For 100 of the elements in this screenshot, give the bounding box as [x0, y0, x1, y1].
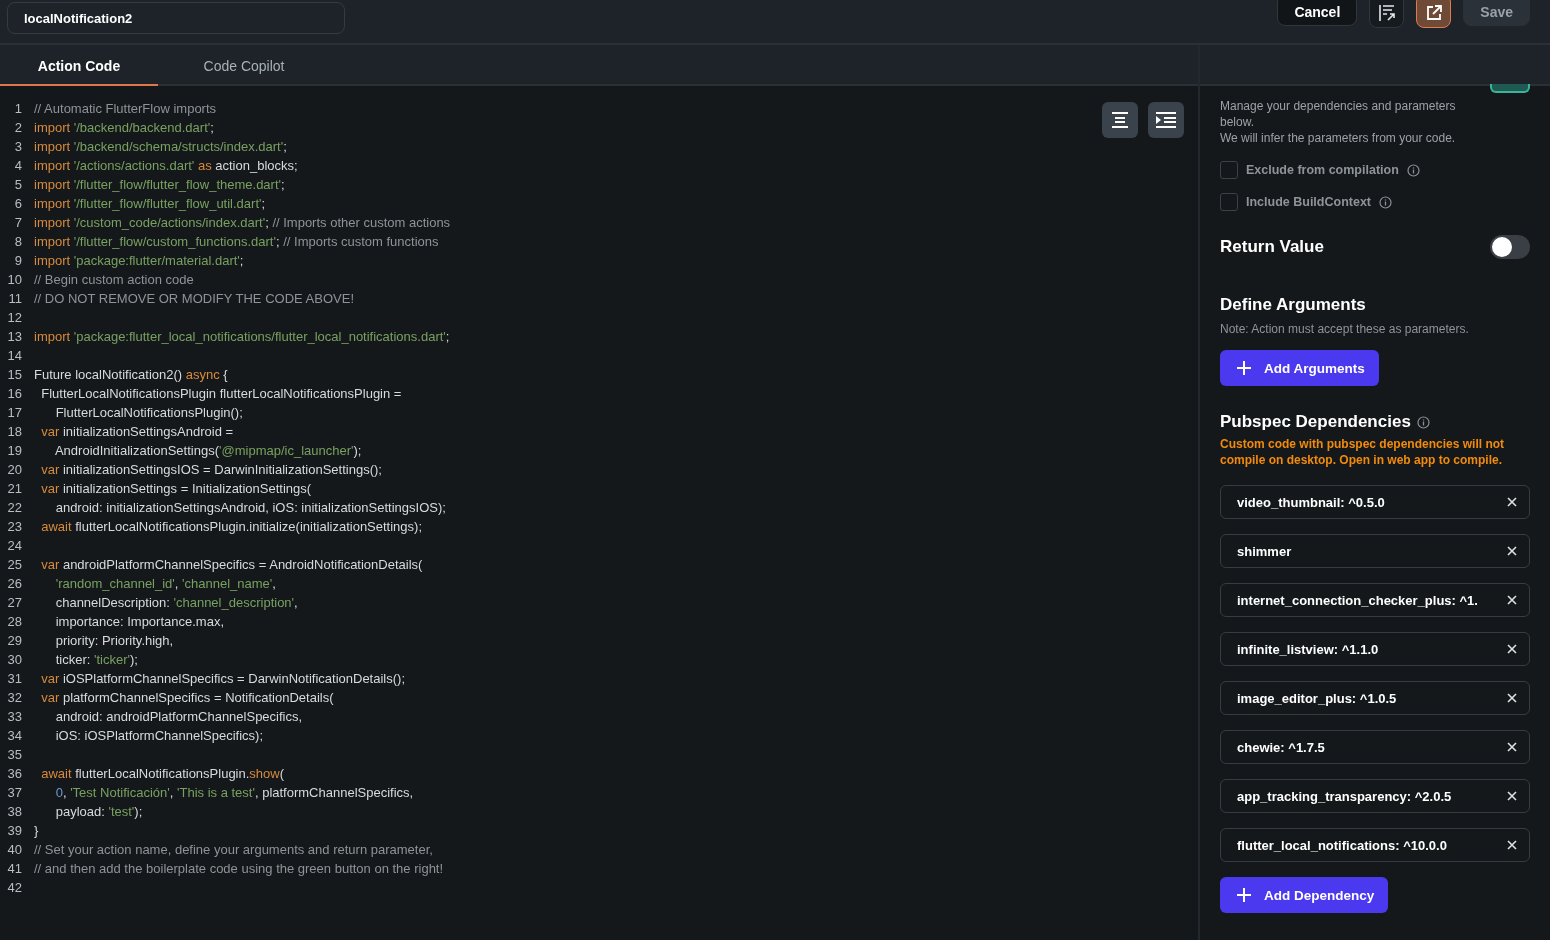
code-line: await flutterLocalNotificationsPlugin.initialize(initializationSettings); — [40, 519, 423, 534]
dependency-name: flutter_local_notifications: ^10.0.0 — [1237, 837, 1447, 853]
plus-icon — [1236, 360, 1252, 376]
code-line: ticker: 'ticker'); — [54, 652, 138, 667]
code-line: android: androidPlatformChannelSpecifics, — [54, 709, 303, 724]
code-line: var platformChannelSpecifics = NotificationDetails( — [40, 690, 334, 705]
indent-icon — [1155, 111, 1177, 129]
line-number: 40 — [6, 842, 22, 857]
line-number: 38 — [6, 804, 22, 819]
close-icon — [1507, 840, 1517, 850]
plus-icon — [1236, 887, 1252, 903]
dependency-name: image_editor_plus: ^1.0.5 — [1237, 690, 1397, 706]
format-code-button[interactable] — [1369, 0, 1405, 28]
name-field[interactable]: localNotification2 — [7, 2, 345, 34]
code-line: import '/backend/schema/structs/index.dart'; — [34, 139, 287, 154]
dependency-name: shimmer — [1237, 543, 1292, 559]
add-arguments-button[interactable]: Add Arguments — [1220, 350, 1379, 386]
code-line: var iOSPlatformChannelSpecifics = DarwinNotificationDetails(); — [40, 671, 405, 686]
info-icon — [1416, 415, 1430, 429]
line-number: 20 — [6, 462, 22, 477]
dependency-field[interactable]: chewie: ^1.7.5 — [1220, 730, 1530, 764]
close-icon — [1507, 742, 1517, 752]
dependency-name: infinite_listview: ^1.1.0 — [1237, 641, 1379, 657]
line-number: 27 — [6, 595, 22, 610]
tab[interactable]: Action Code — [0, 45, 158, 86]
code-line: 'random_channel_id', 'channel_name', — [54, 576, 276, 591]
warning-text: Custom code with pubspec dependencies will not compile on desktop. Open in web app to compile. — [1220, 436, 1506, 468]
code-line: android: initializationSettingsAndroid, iOS: initializationSettingsIOS); — [54, 500, 446, 515]
remove-button[interactable] — [1507, 595, 1517, 605]
close-icon — [1507, 546, 1517, 556]
external-link-icon — [1424, 4, 1443, 22]
line-number: 26 — [6, 576, 22, 591]
line-number: 7 — [13, 215, 22, 230]
line-number: 30 — [6, 652, 22, 667]
line-number: 37 — [6, 785, 22, 800]
line-number: 1 — [13, 101, 22, 116]
code-line: import '/flutter_flow/flutter_flow_util.dart'; — [34, 196, 266, 211]
line-number: 39 — [6, 823, 22, 838]
open-external-button[interactable] — [1416, 0, 1452, 28]
checkbox[interactable] — [1220, 193, 1238, 211]
dependency-field[interactable]: internet_connection_checker_plus: ^1. — [1220, 583, 1530, 617]
line-number: 33 — [6, 709, 22, 724]
line-number: 25 — [6, 557, 22, 572]
remove-button[interactable] — [1507, 791, 1517, 801]
code-line: // Begin custom action code — [34, 272, 194, 287]
line-number: 2 — [13, 120, 22, 135]
code-line: import '/custom_code/actions/index.dart'; // Imports other custom actions — [34, 215, 451, 230]
checkbox-label: Include BuildContext — [1246, 195, 1371, 209]
line-number: 28 — [6, 614, 22, 629]
line-number: 14 — [6, 348, 22, 363]
dependency-name: chewie: ^1.7.5 — [1237, 739, 1325, 755]
line-number: 21 — [6, 481, 22, 496]
close-icon — [1507, 595, 1517, 605]
dependency-field[interactable]: video_thumbnail: ^0.5.0 — [1220, 485, 1530, 519]
line-number: 17 — [6, 405, 22, 420]
cancel-button[interactable]: Cancel — [1277, 0, 1358, 26]
dependency-field[interactable]: shimmer — [1220, 534, 1530, 568]
code-line: iOS: iOSPlatformChannelSpecifics); — [54, 728, 264, 743]
line-number: 31 — [6, 671, 22, 686]
close-icon — [1507, 497, 1517, 507]
line-number: 29 — [6, 633, 22, 648]
tab[interactable]: Code Copilot — [158, 45, 330, 86]
code-line: // and then add the boilerplate code using the green button on the right! — [34, 861, 444, 876]
align-center-button[interactable] — [1102, 102, 1138, 138]
info-icon — [1379, 195, 1392, 209]
line-number: 6 — [13, 196, 22, 211]
add-dependency-button[interactable]: Add Dependency — [1220, 877, 1389, 913]
toggle-switch[interactable] — [1490, 235, 1530, 259]
close-icon — [1507, 693, 1517, 703]
remove-button[interactable] — [1507, 497, 1517, 507]
remove-button[interactable] — [1507, 546, 1517, 556]
line-number: 23 — [6, 519, 22, 534]
indent-button[interactable] — [1148, 102, 1184, 138]
code-line: import 'package:flutter/material.dart'; — [34, 253, 244, 268]
code-line: await flutterLocalNotificationsPlugin.show( — [40, 766, 285, 781]
code-line: channelDescription: 'channel_description', — [54, 595, 298, 610]
line-number: 3 — [13, 139, 22, 154]
line-number: 8 — [13, 234, 22, 249]
code-line: import '/actions/actions.dart' as action_blocks; — [34, 158, 298, 173]
description-text: We will infer the parameters from your code. — [1220, 130, 1457, 146]
code-line: importance: Importance.max, — [54, 614, 225, 629]
remove-button[interactable] — [1507, 840, 1517, 850]
dependency-field[interactable]: app_tracking_transparency: ^2.0.5 — [1220, 779, 1530, 813]
code-line: // DO NOT REMOVE OR MODIFY THE CODE ABOVE! — [34, 291, 354, 306]
line-number: 13 — [6, 329, 22, 344]
line-number: 18 — [6, 424, 22, 439]
remove-button[interactable] — [1507, 644, 1517, 654]
info-icon — [1406, 163, 1420, 177]
button-edge[interactable] — [1490, 84, 1530, 93]
checkbox[interactable] — [1220, 161, 1238, 179]
remove-button[interactable] — [1507, 742, 1517, 752]
dependency-field[interactable]: infinite_listview: ^1.1.0 — [1220, 632, 1530, 666]
code-line: import 'package:flutter_local_notifications/flutter_local_notifications.dart'; — [34, 329, 450, 344]
remove-button[interactable] — [1507, 693, 1517, 703]
code-line: 0, 'Test Notificación', 'This is a test', platformChannelSpecifics, — [54, 785, 414, 800]
dependency-name: internet_connection_checker_plus: ^1. — [1237, 592, 1478, 608]
line-number: 10 — [6, 272, 22, 287]
dependency-field[interactable]: flutter_local_notifications: ^10.0.0 — [1220, 828, 1530, 862]
close-icon — [1507, 791, 1517, 801]
dependency-field[interactable]: image_editor_plus: ^1.0.5 — [1220, 681, 1530, 715]
